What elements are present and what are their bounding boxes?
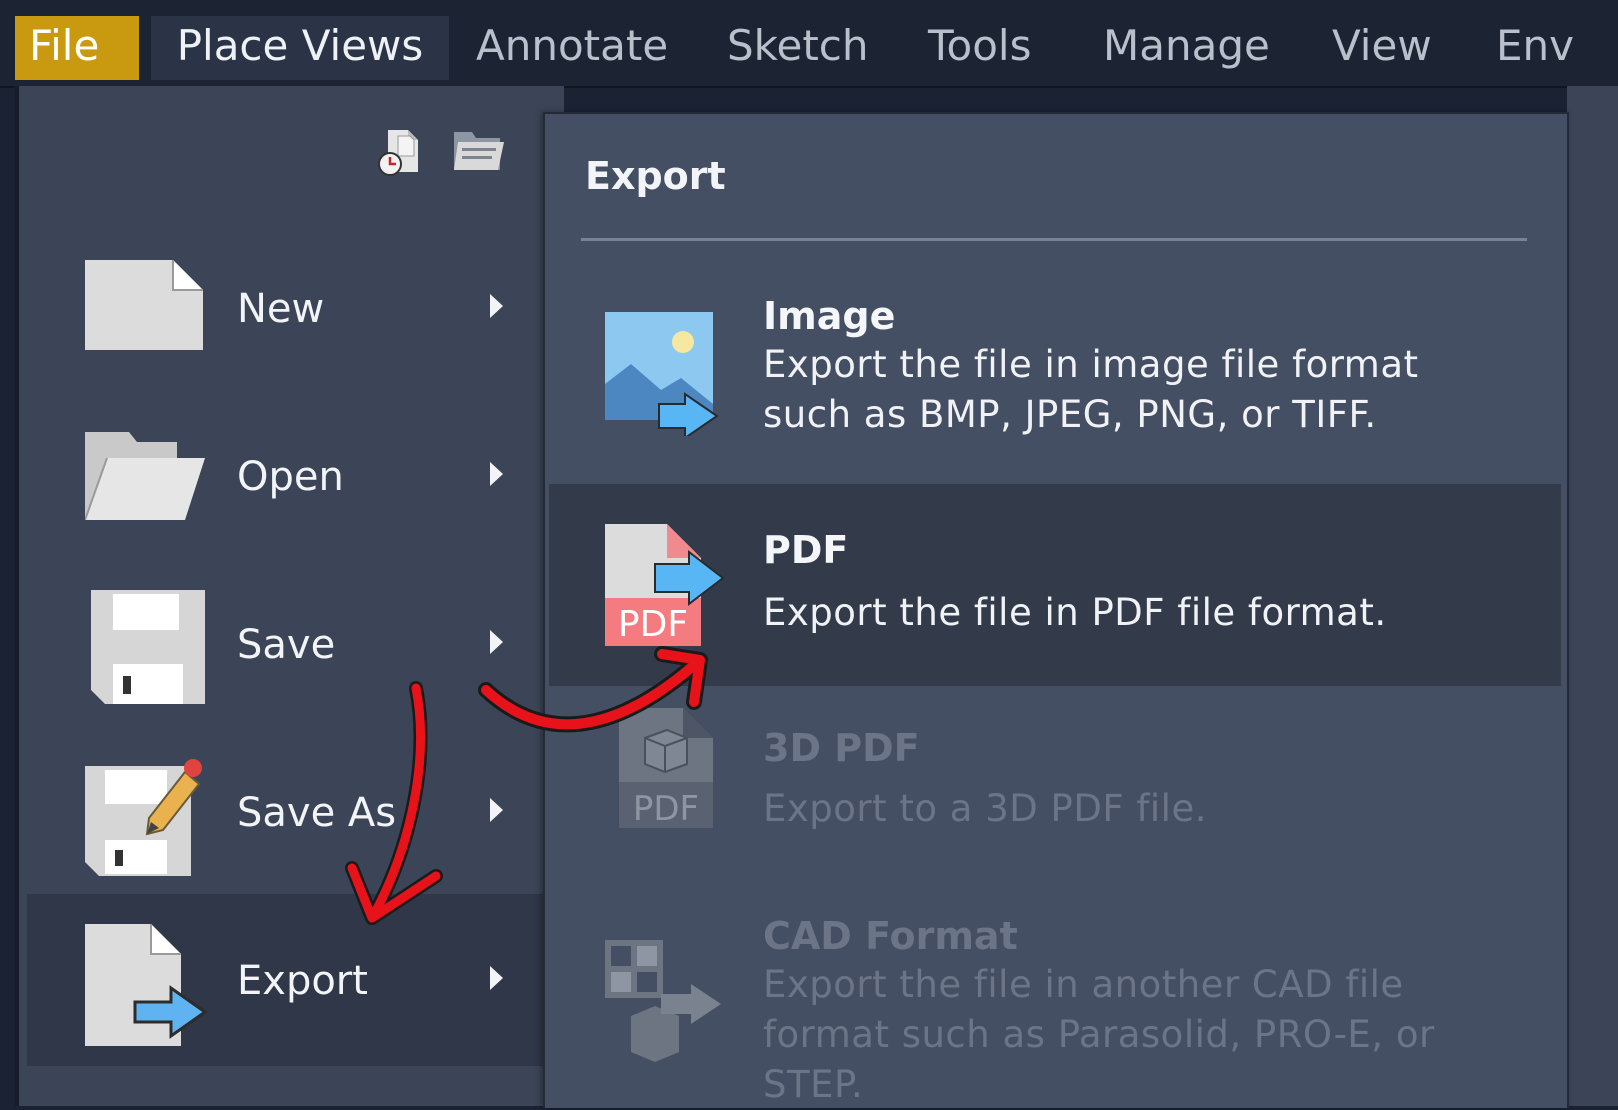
menu-item-label: Save As — [237, 790, 397, 836]
option-description: Export to a 3D PDF file. — [763, 787, 1207, 830]
export-3d-pdf-option[interactable]: PDF 3D PDF Export to a 3D PDF file. — [549, 704, 1561, 884]
tab-file[interactable]: File — [15, 16, 139, 80]
tab-environments[interactable]: Env — [1496, 16, 1574, 80]
file-menu-export[interactable]: Export — [27, 894, 564, 1066]
menu-item-label: Save — [237, 622, 336, 668]
export-image-option[interactable]: Image Export the file in image file form… — [549, 264, 1561, 484]
export-cad-format-option[interactable]: CAD Format Export the file in another CA… — [549, 904, 1561, 1108]
submenu-arrow-icon — [490, 462, 503, 486]
cad-format-icon — [605, 940, 729, 1068]
divider — [581, 238, 1527, 241]
tab-view[interactable]: View — [1332, 16, 1432, 80]
open-folder-icon[interactable] — [450, 126, 508, 180]
recent-documents-icon[interactable] — [374, 126, 426, 182]
save-as-pencil-icon — [85, 754, 207, 880]
submenu-arrow-icon — [490, 798, 503, 822]
tab-tools[interactable]: Tools — [928, 16, 1031, 80]
file-menu-new[interactable]: New — [27, 222, 564, 394]
menu-item-label: Export — [237, 958, 368, 1004]
option-description: Export the file in image file format suc… — [763, 343, 1419, 436]
export-document-icon — [85, 924, 209, 1050]
file-menu-open[interactable]: Open — [27, 390, 564, 562]
file-menu-save[interactable]: Save — [27, 558, 564, 730]
option-description: Export the file in another CAD file form… — [763, 963, 1435, 1106]
option-title: 3D PDF — [763, 726, 920, 770]
tab-annotate[interactable]: Annotate — [476, 16, 668, 80]
floppy-disk-icon — [91, 590, 205, 708]
background-panel — [1567, 86, 1618, 1106]
menu-item-label: New — [237, 286, 325, 332]
export-pdf-option[interactable]: PDF PDF Export the file in PDF file form… — [549, 484, 1561, 686]
file-menu-save-as[interactable]: Save As — [27, 726, 564, 898]
3d-pdf-icon: PDF — [619, 708, 723, 836]
export-submenu: Export Image Export the file in image fi… — [543, 112, 1569, 1108]
option-title: Image — [763, 294, 896, 338]
tab-sketch[interactable]: Sketch — [727, 16, 869, 80]
file-menu: New Open Save Save As Export — [15, 86, 564, 1106]
option-description: Export the file in PDF file format. — [763, 591, 1387, 634]
svg-text:PDF: PDF — [618, 604, 688, 645]
ribbon-tab-bar: File Place Views Annotate Sketch Tools M… — [0, 0, 1618, 88]
submenu-arrow-icon — [490, 294, 503, 318]
menu-item-label: Open — [237, 454, 344, 500]
open-folder-icon — [84, 428, 207, 524]
submenu-arrow-icon — [490, 630, 503, 654]
image-export-icon — [605, 312, 729, 440]
pdf-export-icon: PDF — [605, 524, 729, 654]
option-title: CAD Format — [763, 914, 1018, 958]
svg-text:PDF: PDF — [633, 789, 699, 829]
new-document-icon — [85, 260, 205, 354]
tab-manage[interactable]: Manage — [1103, 16, 1270, 80]
option-title: PDF — [763, 528, 849, 572]
submenu-title: Export — [585, 154, 726, 198]
submenu-arrow-icon — [490, 966, 503, 990]
tab-place-views[interactable]: Place Views — [151, 16, 449, 80]
